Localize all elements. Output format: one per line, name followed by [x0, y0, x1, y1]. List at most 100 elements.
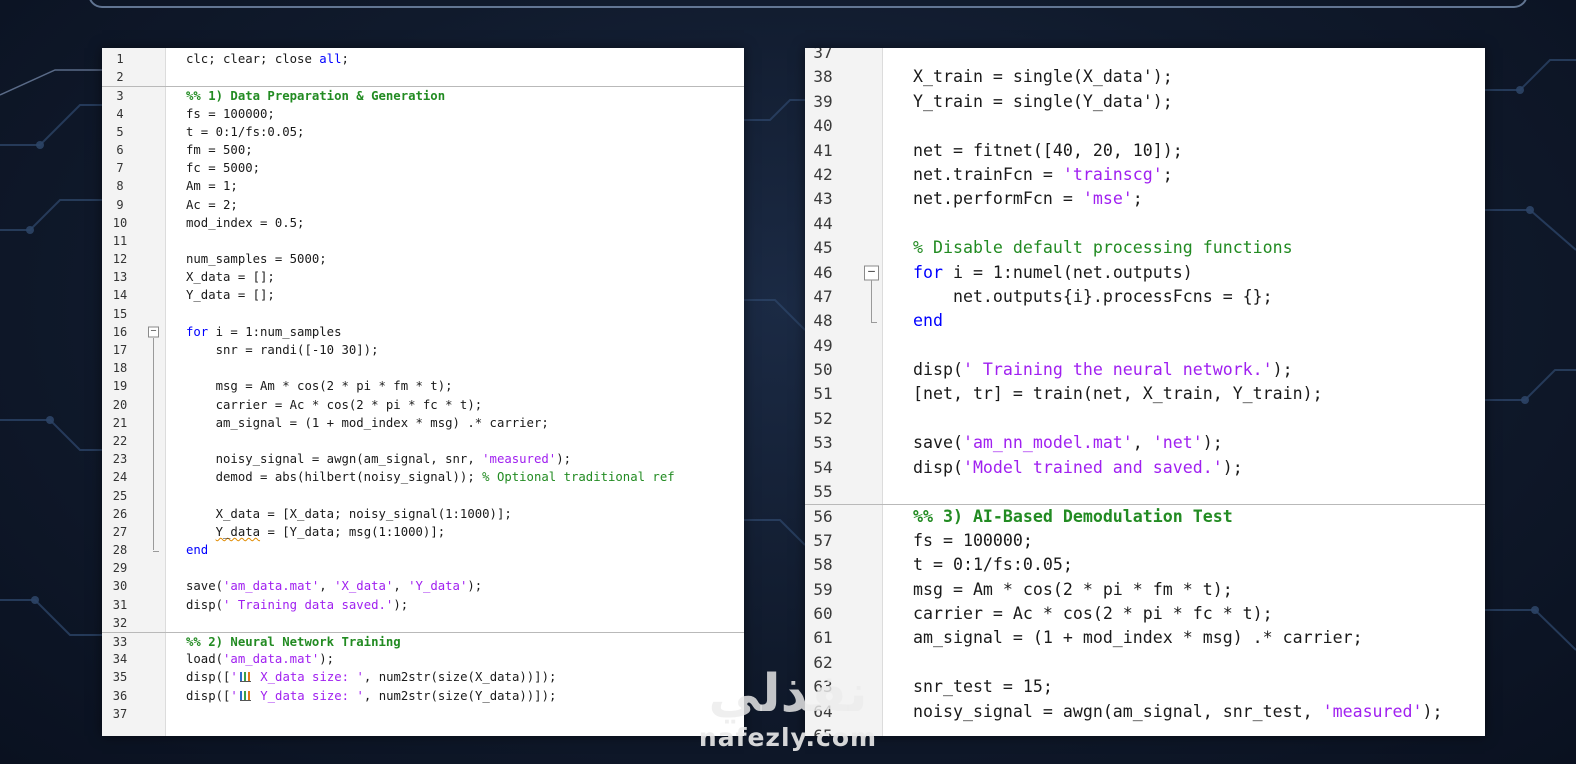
code-token: net.outputs{i}.processFcns = {};: [913, 286, 1273, 306]
code-token: fc = 5000;: [186, 161, 261, 176]
code-line-50[interactable]: 50 disp(' Training the neural network.');: [805, 358, 1485, 382]
code-line-32[interactable]: 32: [102, 614, 744, 632]
code-line-43[interactable]: 43 net.performFcn = 'mse';: [805, 187, 1485, 211]
code-line-17[interactable]: 17 snr = randi([-10 30]);: [102, 341, 744, 359]
code-line-38[interactable]: 38 X_train = single(X_data');: [805, 65, 1485, 89]
code-line-3[interactable]: 3 %% 1) Data Preparation & Generation: [102, 86, 744, 104]
code-line-49[interactable]: 49: [805, 334, 1485, 358]
code-line-46[interactable]: 46 − for i = 1:numel(net.outputs): [805, 261, 1485, 285]
code-line-31[interactable]: 31 disp(' Training data saved.');: [102, 596, 744, 614]
code-line-41[interactable]: 41 net = fitnet([40, 20, 10]);: [805, 139, 1485, 163]
code-line-20[interactable]: 20 carrier = Ac * cos(2 * pi * fc * t);: [102, 396, 744, 414]
code-token: 'measured': [482, 452, 557, 467]
code-line-39[interactable]: 39 Y_train = single(Y_data');: [805, 90, 1485, 114]
code-token: i = 1:num_samples: [208, 324, 342, 339]
code-line-11[interactable]: 11: [102, 232, 744, 250]
code-line-1[interactable]: 1 clc; clear; close all;: [102, 50, 744, 68]
line-number: 12: [112, 252, 128, 267]
code-text: Y_train = single(Y_data');: [913, 90, 1173, 114]
code-line-27[interactable]: 27 Y_data = [Y_data; msg(1:1000)];: [102, 523, 744, 541]
code-line-56[interactable]: 56 %% 3) AI-Based Demodulation Test: [805, 504, 1485, 528]
code-line-33[interactable]: 33 %% 2) Neural Network Training: [102, 632, 744, 650]
code-line-40[interactable]: 40: [805, 114, 1485, 138]
code-line-5[interactable]: 5 t = 0:1/fs:0.05;: [102, 123, 744, 141]
code-line-15[interactable]: 15: [102, 305, 744, 323]
code-line-18[interactable]: 18: [102, 359, 744, 377]
code-line-8[interactable]: 8 Am = 1;: [102, 177, 744, 195]
code-line-57[interactable]: 57 fs = 100000;: [805, 529, 1485, 553]
code-line-53[interactable]: 53 save('am_nn_model.mat', 'net');: [805, 431, 1485, 455]
code-text: end: [186, 541, 208, 559]
code-line-48[interactable]: 48 end: [805, 309, 1485, 333]
code-line-7[interactable]: 7 fc = 5000;: [102, 159, 744, 177]
code-line-29[interactable]: 29: [102, 559, 744, 577]
code-token: Y_data: [215, 524, 261, 539]
fold-rail: [153, 337, 154, 551]
code-line-12[interactable]: 12 num_samples = 5000;: [102, 250, 744, 268]
code-line-65[interactable]: 65: [805, 724, 1485, 736]
code-line-51[interactable]: 51 [net, tr] = train(net, X_train, Y_trai…: [805, 382, 1485, 406]
line-number: 2: [116, 70, 124, 85]
code-text: [net, tr] = train(net, X_train, Y_train)…: [913, 382, 1323, 406]
code-line-36[interactable]: 36 disp([' Y_data size: ', num2str(size(Y…: [102, 687, 744, 705]
code-line-37[interactable]: 37: [805, 48, 1485, 65]
code-line-23[interactable]: 23 noisy_signal = awgn(am_signal, snr, '…: [102, 450, 744, 468]
code-token: X_train = single(X_data');: [913, 67, 1173, 87]
code-line-58[interactable]: 58 t = 0:1/fs:0.05;: [805, 553, 1485, 577]
code-line-14[interactable]: 14 Y_data = [];: [102, 286, 744, 304]
code-token: net = fitnet([40, 20, 10]);: [913, 140, 1183, 160]
code-line-55[interactable]: 55: [805, 480, 1485, 504]
code-editor-left[interactable]: 1 clc; clear; close all; 2 3%% 1) Data Prep…: [102, 48, 744, 736]
code-text: msg = Am * cos(2 * pi * fm * t);: [186, 377, 453, 395]
code-token: am_signal = (1 + mod_index * msg) .* car…: [186, 415, 549, 430]
code-text: fs = 100000;: [913, 529, 1033, 553]
line-number: 43: [813, 189, 833, 209]
code-token: demod = abs(hilbert(noisy_signal));: [186, 470, 483, 485]
code-line-52[interactable]: 52: [805, 407, 1485, 431]
code-line-61[interactable]: 61 am_signal = (1 + mod_index * msg) .* c…: [805, 626, 1485, 650]
code-text: X_data = [X_data; noisy_signal(1:1000)];: [186, 505, 512, 523]
line-number: 27: [112, 524, 128, 539]
code-line-22[interactable]: 22: [102, 432, 744, 450]
fold-rail: [871, 280, 872, 322]
code-line-45[interactable]: 45 % Disable default processing functions: [805, 236, 1485, 260]
code-line-47[interactable]: 47 net.outputs{i}.processFcns = {};: [805, 285, 1485, 309]
code-token: disp(: [913, 457, 963, 477]
line-number: 26: [112, 506, 128, 521]
code-line-4[interactable]: 4 fs = 100000;: [102, 105, 744, 123]
bar-chart-icon: [239, 672, 251, 683]
code-line-28[interactable]: 28 end: [102, 541, 744, 559]
code-line-9[interactable]: 9 Ac = 2;: [102, 196, 744, 214]
code-line-30[interactable]: 30 save('am_data.mat', 'X_data', 'Y_data'…: [102, 577, 744, 595]
code-line-19[interactable]: 19 msg = Am * cos(2 * pi * fm * t);: [102, 377, 744, 395]
line-number: 10: [112, 215, 128, 230]
code-line-26[interactable]: 26 X_data = [X_data; noisy_signal(1:1000…: [102, 505, 744, 523]
code-line-2[interactable]: 2: [102, 68, 744, 86]
code-line-6[interactable]: 6 fm = 500;: [102, 141, 744, 159]
code-line-35[interactable]: 35 disp([' X_data size: ', num2str(size(X…: [102, 668, 744, 686]
code-line-25[interactable]: 25: [102, 487, 744, 505]
code-line-59[interactable]: 59 msg = Am * cos(2 * pi * fm * t);: [805, 578, 1485, 602]
fold-collapse-icon[interactable]: −: [148, 326, 159, 338]
code-line-24[interactable]: 24 demod = abs(hilbert(noisy_signal)); %…: [102, 468, 744, 486]
fold-collapse-icon[interactable]: −: [864, 265, 879, 281]
code-token: );: [467, 579, 483, 594]
code-line-34[interactable]: 34 load('am_data.mat');: [102, 650, 744, 668]
code-line-44[interactable]: 44: [805, 212, 1485, 236]
code-line-64[interactable]: 64 noisy_signal = awgn(am_signal, snr_tes…: [805, 700, 1485, 724]
code-line-54[interactable]: 54 disp('Model trained and saved.');: [805, 456, 1485, 480]
code-line-37[interactable]: 37: [102, 705, 744, 723]
code-token: fs = 100000;: [913, 530, 1033, 550]
code-editor-right[interactable]: 37 38 X_train = single(X_data'); 39 Y_train …: [805, 48, 1485, 736]
code-line-21[interactable]: 21 am_signal = (1 + mod_index * msg) .* …: [102, 414, 744, 432]
line-number: 49: [813, 335, 833, 355]
code-line-63[interactable]: 63 snr_test = 15;: [805, 675, 1485, 699]
code-text: Ac = 2;: [186, 196, 238, 214]
line-number: 39: [813, 91, 833, 111]
code-line-16[interactable]: 16 − for i = 1:num_samples: [102, 323, 744, 341]
code-line-62[interactable]: 62: [805, 651, 1485, 675]
code-line-13[interactable]: 13 X_data = [];: [102, 268, 744, 286]
code-line-42[interactable]: 42 net.trainFcn = 'trainscg';: [805, 163, 1485, 187]
code-line-10[interactable]: 10 mod_index = 0.5;: [102, 214, 744, 232]
code-line-60[interactable]: 60 carrier = Ac * cos(2 * pi * fc * t);: [805, 602, 1485, 626]
